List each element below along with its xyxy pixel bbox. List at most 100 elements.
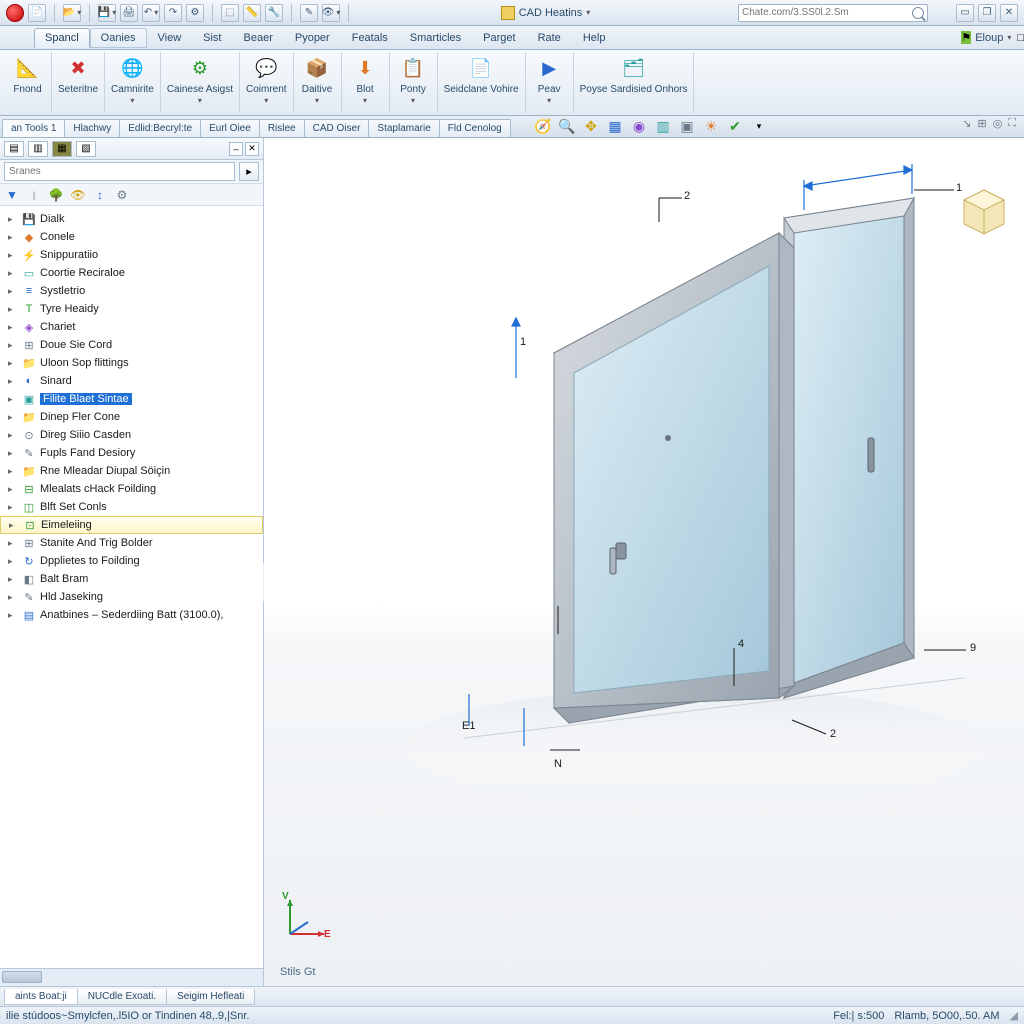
tree-expand-icon[interactable]: ▸ [8, 376, 18, 387]
tree-item-22[interactable]: ▸▤Anatbines – Sederdiing Batt (3100.0), [0, 606, 263, 624]
ribbon-seteritne[interactable]: ✖Seteritne [52, 52, 105, 113]
vtr-target-icon[interactable]: ◎ [993, 117, 1003, 130]
qat-redo-icon[interactable]: ↷ [164, 4, 182, 22]
menu-tab-9[interactable]: Rate [527, 28, 572, 48]
ribbon-seidclane[interactable]: 📄Seidclane Vohire [438, 52, 526, 113]
tree-expand-icon[interactable]: ▸ [8, 466, 18, 477]
vt-more-icon[interactable]: ▾ [750, 117, 768, 135]
tree-item-6[interactable]: ▸◈Chariet [0, 318, 263, 336]
btab-0[interactable]: aints Boat:ji [4, 989, 78, 1005]
ftab-6[interactable]: Staplamarie [368, 119, 439, 137]
menu-tab-5[interactable]: Pyoper [284, 28, 341, 48]
ribbon-ponty[interactable]: 📋Ponty▾ [390, 52, 438, 113]
vt-pan-icon[interactable]: ✥ [582, 117, 600, 135]
tm-show-icon[interactable]: 👁 [70, 187, 86, 203]
menu-tab-3[interactable]: Sist [192, 28, 232, 48]
tree-expand-icon[interactable]: ▸ [8, 502, 18, 513]
tree-item-9[interactable]: ▸◐Sinard [0, 372, 263, 390]
ribbon-cainese[interactable]: ⚙Cainese Asigst▾ [161, 52, 240, 113]
app-icon[interactable] [6, 4, 24, 22]
ribbon-blot[interactable]: ⬇Blot▾ [342, 52, 390, 113]
ftab-2[interactable]: Edlid:Becryl:te [119, 119, 201, 137]
tree-item-3[interactable]: ▸▭Coortie Reciraloe [0, 264, 263, 282]
menu-tab-6[interactable]: Featals [341, 28, 399, 48]
ribbon-daitive[interactable]: 📦Daitive▾ [294, 52, 342, 113]
ribbon-fnond[interactable]: 📐Fnond [4, 52, 52, 113]
btab-1[interactable]: NUCdle Exoati. [77, 989, 167, 1005]
tree-expand-icon[interactable]: ▸ [8, 358, 18, 369]
tm-tree-icon[interactable]: 🌳 [48, 187, 64, 203]
minimize-icon[interactable]: ▭ [956, 4, 974, 22]
tree-expand-icon[interactable]: ▸ [9, 520, 19, 531]
tree-item-11[interactable]: ▸📁Dinep Fler Cone [0, 408, 263, 426]
ribbon-camnirite[interactable]: 🌐Camnirite▾ [105, 52, 161, 113]
qat-rebuild-icon[interactable]: ⚙ [186, 4, 204, 22]
tree-item-8[interactable]: ▸📁Uloon Sop flittings [0, 354, 263, 372]
tree-expand-icon[interactable]: ▸ [8, 448, 18, 459]
tree-item-1[interactable]: ▸◆Conele [0, 228, 263, 246]
tree-hscroll[interactable] [0, 968, 263, 986]
tree-item-5[interactable]: ▸TTyre Heaidy [0, 300, 263, 318]
menu-tab-2[interactable]: View [147, 28, 193, 48]
tree-item-14[interactable]: ▸📁Rne Mleadar Diupal Söiçin [0, 462, 263, 480]
vt-scene-icon[interactable]: ▥ [654, 117, 672, 135]
tree-expand-icon[interactable]: ▸ [8, 268, 18, 279]
tree-item-19[interactable]: ▸↻Dpplietes to Foilding [0, 552, 263, 570]
vtr-max-icon[interactable]: ⛶ [1008, 117, 1016, 130]
search-icon[interactable] [912, 7, 924, 19]
tree-expand-icon[interactable]: ▸ [8, 610, 18, 621]
tm-sort-icon[interactable]: ↕ [92, 187, 108, 203]
panel-min-icon[interactable]: – [229, 142, 243, 156]
model-viewport[interactable]: 1 2 1 9 2 4 N E1 E V Sti [264, 138, 1024, 986]
qat-undo-icon[interactable]: ↶ [142, 4, 160, 22]
ftab-0[interactable]: an Tools 1 [2, 119, 65, 137]
qat-sketch-icon[interactable]: ✎ [300, 4, 318, 22]
tree-search-go-icon[interactable]: ▸ [239, 162, 259, 181]
vt-light-icon[interactable]: ☀ [702, 117, 720, 135]
tree-expand-icon[interactable]: ▸ [8, 394, 18, 405]
qat-new-icon[interactable]: 📄 [28, 4, 46, 22]
menu-tab-0[interactable]: Spancl [34, 28, 90, 48]
btab-2[interactable]: Seigim Hefleati [166, 989, 255, 1005]
qat-measure-icon[interactable]: 📏 [243, 4, 261, 22]
tree-item-2[interactable]: ▸⚡Snippuratiio [0, 246, 263, 264]
tree-expand-icon[interactable]: ▸ [8, 304, 18, 315]
vt-zoom-icon[interactable]: 🔍 [558, 117, 576, 135]
ftab-7[interactable]: Fld Cenolog [439, 119, 511, 137]
tree-item-15[interactable]: ▸⊟Mlealats cHack Foilding [0, 480, 263, 498]
tree-item-4[interactable]: ▸≡Systletrio [0, 282, 263, 300]
ftab-1[interactable]: Hlachwy [64, 119, 120, 137]
ftab-3[interactable]: Eurl Oiee [200, 119, 260, 137]
restore-icon[interactable]: ❐ [978, 4, 996, 22]
status-grip-icon[interactable]: ◢ [1010, 1009, 1018, 1022]
tm-filter-icon[interactable]: ▼ [4, 187, 20, 203]
qat-select-icon[interactable]: ⬚ [221, 4, 239, 22]
tree-item-13[interactable]: ▸✎Fupls Fand Desiory [0, 444, 263, 462]
tm-cfg-icon[interactable]: ⚙ [114, 187, 130, 203]
tree-expand-icon[interactable]: ▸ [8, 574, 18, 585]
vtr-grid-icon[interactable]: ⊞ [977, 117, 986, 130]
qat-view-icon[interactable]: 👁 [322, 4, 340, 22]
ribbon-poyse[interactable]: 🗂Poyse Sardisied Onhors [574, 52, 695, 113]
tree-item-18[interactable]: ▸⊞Stanite And Trig Bolder [0, 534, 263, 552]
flag-icon[interactable]: ⚑ [961, 31, 971, 44]
tree-expand-icon[interactable]: ▸ [8, 232, 18, 243]
menu-tab-10[interactable]: Help [572, 28, 617, 48]
ftab-4[interactable]: Rislee [259, 119, 305, 137]
tree-item-0[interactable]: ▸💾Dialk [0, 210, 263, 228]
panel-thumb-1[interactable]: ▤ [4, 141, 24, 157]
menu-close-icon[interactable]: □ [1017, 32, 1024, 44]
tree-expand-icon[interactable]: ▸ [8, 412, 18, 423]
panel-close-icon[interactable]: ✕ [245, 142, 259, 156]
vt-check-icon[interactable]: ✔ [726, 117, 744, 135]
tree-item-10[interactable]: ▸▣Filite Blaet Sintae [0, 390, 263, 408]
tree-search-input[interactable] [4, 162, 235, 181]
menu-tab-8[interactable]: Parget [472, 28, 526, 48]
tree-item-16[interactable]: ▸◫Blft Set Conls [0, 498, 263, 516]
qat-open-icon[interactable]: 📂 [63, 4, 81, 22]
tree-expand-icon[interactable]: ▸ [8, 250, 18, 261]
menu-tab-4[interactable]: Beaer [233, 28, 284, 48]
tree-item-12[interactable]: ▸⊙Direg Siiio Casden [0, 426, 263, 444]
vt-orbit-icon[interactable]: 🧭 [534, 117, 552, 135]
tree-expand-icon[interactable]: ▸ [8, 322, 18, 333]
